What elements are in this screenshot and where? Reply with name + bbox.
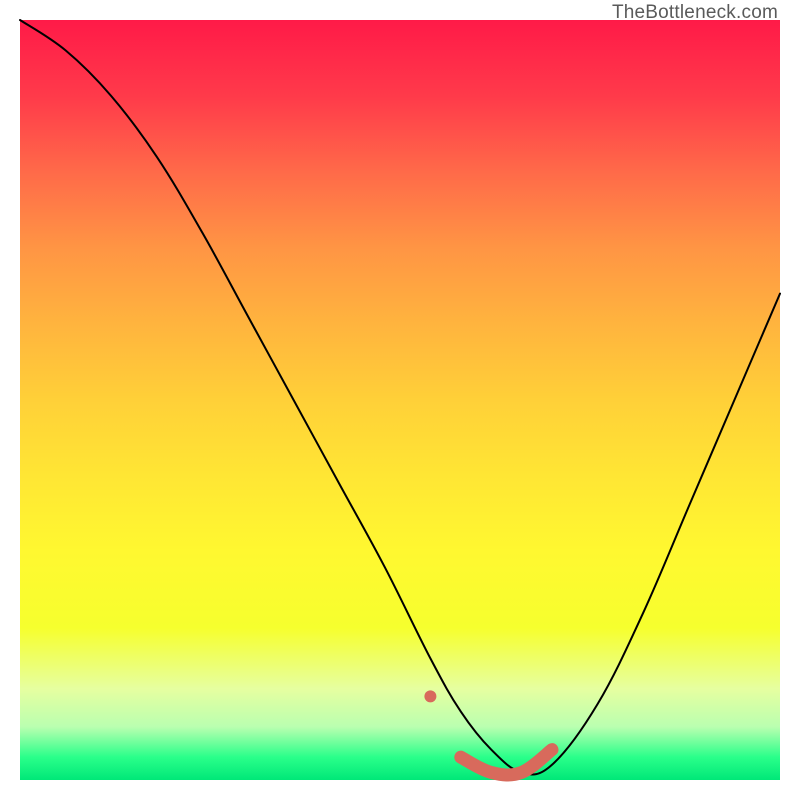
- plot-area: [20, 20, 780, 780]
- chart-svg: [20, 20, 780, 780]
- optimal-zone-dot: [424, 690, 436, 702]
- chart-container: TheBottleneck.com: [0, 0, 800, 800]
- optimal-zone-line: [461, 750, 552, 775]
- bottleneck-curve: [20, 20, 780, 774]
